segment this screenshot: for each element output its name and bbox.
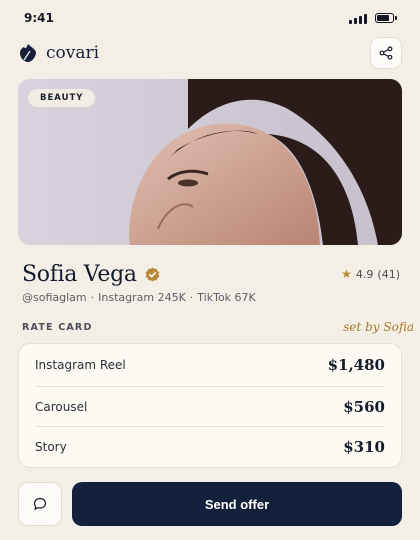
rate-name: Story (35, 440, 67, 454)
send-offer-button[interactable]: Send offer (72, 482, 402, 526)
status-icons (349, 13, 397, 24)
rate-row-carousel[interactable]: Carousel $560 (35, 387, 385, 427)
share-button[interactable] (370, 37, 402, 69)
creator-name-row: Sofia Vega ★ 4.9 (41) (22, 258, 400, 290)
rate-price: $1,480 (327, 356, 385, 374)
rate-price: $310 (343, 438, 385, 456)
creator-photo: BEAUTY (18, 79, 402, 245)
status-time: 9:41 (24, 11, 54, 25)
tiktok-followers: TikTok 67K (197, 291, 256, 304)
signal-icon (349, 13, 367, 24)
rating-value: 4.9 (355, 267, 374, 281)
verified-badge-icon (145, 266, 160, 282)
rate-card-label: RATE CARD (22, 321, 93, 333)
app-header: covari (18, 37, 402, 69)
share-icon (379, 46, 393, 60)
star-icon: ★ (341, 267, 352, 281)
instagram-followers: Instagram 245K (98, 291, 186, 304)
rate-card-header: RATE CARD set by Sofia (22, 318, 414, 336)
status-bar: 9:41 (0, 0, 420, 36)
creator-handle-line: @sofiaglam · Instagram 245K · TikTok 67K (22, 291, 256, 304)
chat-bubble-icon (33, 497, 47, 510)
action-bar: Send offer (18, 482, 402, 526)
creator-name: Sofia Vega (22, 261, 137, 287)
leaf-logo-icon (20, 44, 36, 62)
review-count: (41) (377, 267, 400, 281)
message-button[interactable] (18, 482, 62, 526)
rate-name: Instagram Reel (35, 358, 126, 372)
rate-name: Carousel (35, 399, 88, 414)
rate-row-story[interactable]: Story $310 (35, 427, 385, 467)
category-tag: BEAUTY (28, 89, 96, 107)
rate-row-instagram-reel[interactable]: Instagram Reel $1,480 (35, 344, 385, 387)
creator-handle: @sofiaglam (22, 291, 87, 304)
rate-price: $560 (343, 397, 385, 416)
rate-card-note: set by Sofia (343, 320, 414, 334)
brand-name: covari (46, 43, 100, 63)
rate-card: Instagram Reel $1,480 Carousel $560 Stor… (18, 343, 402, 468)
brand[interactable]: covari (18, 43, 99, 63)
rating: ★ 4.9 (41) (341, 267, 400, 281)
battery-icon (375, 13, 397, 23)
